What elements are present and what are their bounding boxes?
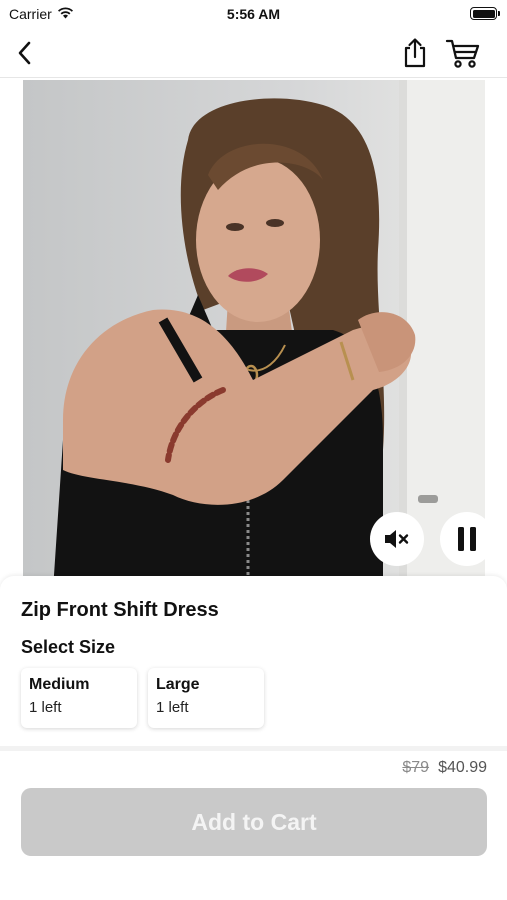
share-button[interactable] xyxy=(398,34,432,72)
back-button[interactable] xyxy=(8,36,42,70)
size-name: Medium xyxy=(29,676,90,693)
speaker-muted-icon xyxy=(385,530,409,548)
size-option-large[interactable]: Large 1 left xyxy=(148,668,264,728)
select-size-label: Select Size xyxy=(21,637,116,657)
share-icon xyxy=(404,38,426,68)
status-time: 5:56 AM xyxy=(226,6,281,22)
nav-bar xyxy=(0,28,507,78)
add-to-cart-button[interactable]: Add to Cart xyxy=(21,788,487,856)
product-sheet: Zip Front Shift Dress Select Size Medium… xyxy=(0,576,507,900)
size-stock: 1 left xyxy=(29,699,62,716)
video-frame xyxy=(23,80,485,590)
sale-price: $40.99 xyxy=(438,759,487,776)
cart-button[interactable] xyxy=(443,34,483,72)
size-option-medium[interactable]: Medium 1 left xyxy=(21,668,137,728)
cart-icon xyxy=(445,39,480,68)
original-price: $79 xyxy=(402,759,430,776)
pause-button[interactable] xyxy=(440,512,485,566)
size-stock: 1 left xyxy=(156,699,189,716)
product-video[interactable] xyxy=(23,80,485,590)
size-name: Large xyxy=(156,676,200,693)
price-row: $79 $40.99 xyxy=(402,759,487,777)
status-bar: Carrier 5:56 AM xyxy=(0,0,507,28)
mute-button[interactable] xyxy=(370,512,424,566)
chevron-left-icon xyxy=(18,41,31,65)
battery-icon xyxy=(470,7,500,20)
product-title: Zip Front Shift Dress xyxy=(21,599,219,621)
pause-icon xyxy=(458,527,476,551)
divider xyxy=(0,746,507,751)
